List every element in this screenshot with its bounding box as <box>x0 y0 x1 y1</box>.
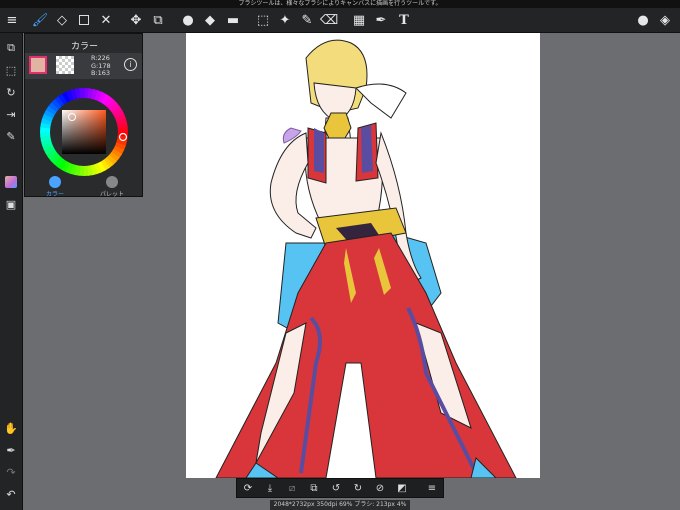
color-wheel[interactable] <box>39 87 129 177</box>
color-panel-title: カラー <box>70 42 98 52</box>
undo-icon[interactable]: ↶ <box>2 485 20 503</box>
hand-tool-icon[interactable]: ✋ <box>2 419 20 437</box>
transform-icon[interactable]: ⧉ <box>306 480 322 496</box>
top-toolbar: ≡ 🖌 ◇ ✕ ✥ ⧉ ● ◆ ▬ ⬚ ✦ ✎ ⌫ ▦ ✒ T ● ◈ <box>0 8 680 33</box>
import-icon[interactable]: ⤓ <box>262 480 278 496</box>
select-pen-icon[interactable]: ✎ <box>298 11 316 29</box>
eraser-tool-icon[interactable]: ◇ <box>53 11 71 29</box>
brush-panel-icon[interactable]: ▣ <box>2 195 20 213</box>
text-tool-icon[interactable]: T <box>395 11 413 29</box>
clear-icon[interactable]: ⧄ <box>284 480 300 496</box>
more-menu-icon[interactable]: ≡ <box>424 480 440 496</box>
move-tool-icon[interactable]: ✥ <box>127 11 145 29</box>
info-icon[interactable]: i <box>124 58 137 71</box>
color-tab-icon <box>49 176 61 188</box>
rotate-left-icon[interactable]: ↺ <box>328 480 344 496</box>
system-status-hint: ブラシツールは、様々なブラシによりキャンバスに描画を行うツールです。 <box>0 0 680 8</box>
rotate-canvas-icon[interactable]: ↻ <box>2 83 20 101</box>
duplicate-icon[interactable]: ⧉ <box>2 39 20 57</box>
color-panel: カラー R:226 G:178 B:163 i カラー パレット <box>24 33 143 198</box>
tab-palette-label: パレット <box>99 191 124 198</box>
tab-color-label: カラー <box>45 191 64 198</box>
select-tool-icon[interactable]: ⬚ <box>254 11 272 29</box>
canvas-status: 2048*2732px 350dpi 69% ブラシ: 213px 4% <box>270 500 410 510</box>
color-panel-tabs: カラー パレット <box>25 174 142 198</box>
brush-settings-icon[interactable]: ✎ <box>2 127 20 145</box>
color-panel-icon[interactable] <box>2 173 20 191</box>
select-all-icon[interactable]: ⬚ <box>2 61 20 79</box>
color-swatch-row: R:226 G:178 B:163 i <box>25 53 142 79</box>
eyedropper-tool-icon[interactable]: ✒ <box>372 11 390 29</box>
redo-icon[interactable]: ↷ <box>2 463 20 481</box>
menu-icon[interactable]: ≡ <box>3 11 21 29</box>
fill-shape-tool-icon[interactable]: ● <box>179 11 197 29</box>
tab-color[interactable]: カラー <box>30 176 80 198</box>
eyedropper-icon[interactable]: ✒ <box>2 441 20 459</box>
sub-color-swatch[interactable] <box>56 56 74 74</box>
panel-layout-icon[interactable]: ▦ <box>350 11 368 29</box>
transform-tool-icon[interactable]: ⧉ <box>149 11 167 29</box>
flip-icon[interactable]: ⊘ <box>372 480 388 496</box>
main-color-swatch[interactable] <box>29 56 47 74</box>
palette-icon <box>106 176 118 188</box>
blue-value: B:163 <box>91 69 111 77</box>
filter-icon[interactable]: ◩ <box>394 480 410 496</box>
smudge-tool-icon[interactable]: ✕ <box>97 11 115 29</box>
tab-palette[interactable]: パレット <box>87 176 137 198</box>
ruler-icon[interactable]: ⇥ <box>2 105 20 123</box>
brush-tool-icon[interactable]: 🖌 <box>31 11 49 29</box>
select-eraser-icon[interactable]: ⌫ <box>320 11 338 29</box>
layers-icon[interactable]: ◈ <box>656 11 674 29</box>
rectangle-tool-icon[interactable] <box>75 11 93 29</box>
bottom-toolbar: ⟳ ⤓ ⧄ ⧉ ↺ ↻ ⊘ ◩ ≡ <box>236 478 444 498</box>
rgb-readout: R:226 G:178 B:163 <box>91 54 111 78</box>
comment-icon[interactable]: ● <box>634 11 652 29</box>
sync-icon[interactable]: ⟳ <box>240 480 256 496</box>
character-illustration <box>215 39 517 478</box>
magic-wand-icon[interactable]: ✦ <box>276 11 294 29</box>
gradient-tool-icon[interactable]: ▬ <box>224 11 242 29</box>
rotate-right-icon[interactable]: ↻ <box>350 480 366 496</box>
left-sidebar: ⧉ ⬚ ↻ ⇥ ✎ ▣ ✋ ✒ ↷ ↶ <box>0 33 23 510</box>
bucket-tool-icon[interactable]: ◆ <box>201 11 219 29</box>
drawing-canvas[interactable] <box>186 33 540 478</box>
